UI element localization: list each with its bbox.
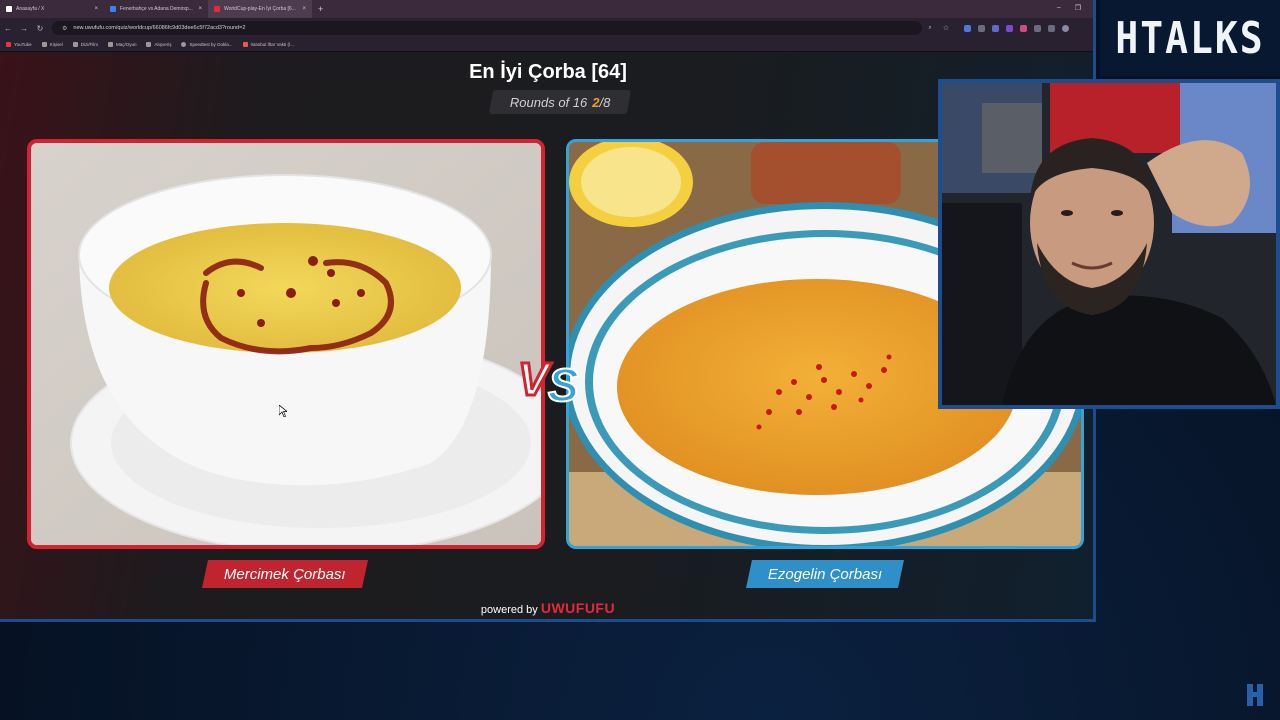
extension-icon[interactable] — [964, 24, 971, 32]
extension-icon[interactable] — [1034, 24, 1041, 32]
channel-watermark-icon — [1247, 684, 1263, 706]
round-indicator: Rounds of 16 2/8 — [488, 90, 632, 114]
folder-icon — [72, 42, 78, 47]
close-icon[interactable]: × — [302, 6, 306, 12]
forward-icon[interactable]: → — [16, 24, 32, 33]
site-icon — [242, 42, 248, 47]
folder-icon — [107, 42, 113, 47]
close-icon[interactable]: × — [198, 6, 202, 12]
choice-label-text: Ezogelin Çorbası — [767, 565, 883, 583]
powered-by-text: powered by — [480, 604, 538, 616]
url-field[interactable]: ⚙ new.uwufufu.com/quiz/worldcup/66086fc9… — [52, 21, 922, 35]
bookmark-label: Alışveriş — [154, 42, 172, 47]
extension-icon[interactable] — [1006, 24, 1013, 32]
tab-match[interactable]: Fenerbahçe vs Adana Demirsp... × — [104, 0, 208, 18]
svg-text:S: S — [548, 359, 579, 407]
tab-label: WorldCup-play-En İyi Çorba [6... — [224, 6, 296, 12]
extension-icon[interactable] — [992, 24, 999, 32]
svg-text:V: V — [518, 353, 552, 405]
bookmark-label: Speedtest by Ookla... — [189, 42, 233, 47]
streamer-video — [942, 83, 1276, 405]
round-total: /8 — [599, 94, 611, 110]
address-bar-row: ← → ↻ ⚙ new.uwufufu.com/quiz/worldcup/66… — [0, 18, 1093, 38]
bookmark-label: Maç/Oyun — [115, 42, 137, 47]
page-icon — [110, 6, 116, 12]
bookmark-folder[interactable]: Maç/Oyun — [107, 42, 137, 47]
uwufufu-icon — [214, 6, 220, 12]
bookmark-label: İstanbul İftar Vakti (İ... — [250, 42, 294, 47]
bookmark-speedtest[interactable]: Speedtest by Ookla... — [181, 42, 233, 47]
back-icon[interactable]: ← — [0, 24, 16, 33]
powered-by-footer: powered by UWUFUFU — [0, 600, 1093, 616]
bookmark-folder[interactable]: Alışveriş — [146, 42, 171, 47]
folder-icon — [146, 42, 152, 47]
bookmark-label: Dizi/Film — [80, 42, 98, 47]
star-icon[interactable]: ☆ — [938, 24, 954, 32]
folder-icon — [41, 42, 47, 47]
bookmark-label: YouTube — [14, 42, 32, 47]
choice-label-right[interactable]: Ezogelin Çorbası — [746, 560, 904, 588]
youtube-icon — [6, 42, 11, 47]
speedtest-icon — [181, 42, 187, 47]
bookmark-label: Kişisel — [49, 42, 63, 47]
bookmark-folder[interactable]: Dizi/Film — [72, 42, 98, 47]
quiz-page: En İyi Çorba [64] Rounds of 16 2/8 V S M… — [0, 53, 1093, 619]
quiz-title: En İyi Çorba [64] — [469, 61, 627, 83]
sidebar-icon[interactable] — [1048, 24, 1055, 32]
bookmark-youtube[interactable]: YouTube — [6, 42, 32, 47]
profile-icon[interactable] — [1062, 24, 1069, 32]
stream-scene: Anasayfa / X × Fenerbahçe vs Adana Demir… — [0, 0, 1280, 720]
new-tab-button[interactable]: + — [312, 4, 323, 14]
channel-logo: HTALKS — [1115, 12, 1265, 64]
bookmarks-bar: YouTube Kişisel Dizi/Film Maç/Oyun Alışv… — [0, 38, 1093, 52]
mouse-cursor-icon — [279, 405, 287, 417]
webcam-feed — [938, 79, 1280, 409]
choice-label-left[interactable]: Mercimek Çorbası — [202, 560, 368, 588]
bookmark-iftar[interactable]: İstanbul İftar Vakti (İ... — [242, 42, 294, 47]
mercimek-soup-image — [31, 143, 541, 545]
browser-window: Anasayfa / X × Fenerbahçe vs Adana Demir… — [0, 0, 1096, 622]
round-label: Rounds of 16 — [509, 94, 588, 110]
url-text: new.uwufufu.com/quiz/worldcup/66086fc9d0… — [73, 25, 246, 31]
tab-bar: Anasayfa / X × Fenerbahçe vs Adana Demir… — [0, 0, 1093, 18]
x-icon — [6, 6, 12, 12]
vs-badge: V S — [517, 352, 581, 408]
close-icon[interactable]: × — [94, 6, 98, 12]
bookmark-folder[interactable]: Kişisel — [41, 42, 63, 47]
tab-label: Fenerbahçe vs Adana Demirsp... — [120, 6, 193, 12]
choice-card-left[interactable] — [27, 139, 545, 549]
minimize-button[interactable]: – — [1057, 4, 1061, 12]
round-current: 2 — [592, 94, 600, 110]
extensions — [964, 24, 1069, 32]
window-controls: – ❐ — [1057, 4, 1081, 12]
uwufufu-logo[interactable]: UWUFUFU — [541, 600, 615, 616]
tab-label: Anasayfa / X — [16, 6, 45, 12]
zoom-icon[interactable]: ⌕ — [922, 25, 938, 32]
site-info-icon[interactable]: ⚙ — [62, 25, 67, 32]
extension-icon[interactable] — [1020, 24, 1027, 32]
channel-logo-box: HTALKS — [1100, 0, 1280, 76]
tab-worldcup[interactable]: WorldCup-play-En İyi Çorba [6... × — [208, 0, 312, 18]
extension-icon[interactable] — [978, 24, 985, 32]
restore-button[interactable]: ❐ — [1075, 4, 1081, 12]
tab-twitter[interactable]: Anasayfa / X × — [0, 0, 104, 18]
choice-label-text: Mercimek Çorbası — [224, 565, 346, 583]
reload-icon[interactable]: ↻ — [32, 24, 48, 33]
